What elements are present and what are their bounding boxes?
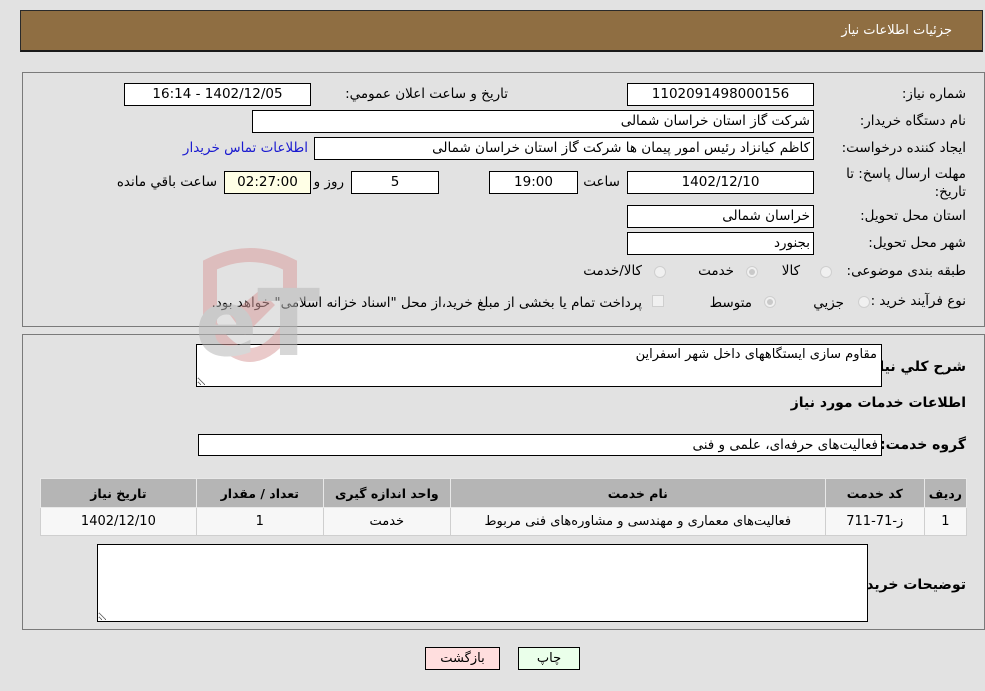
print-button[interactable]: چاپ (518, 647, 580, 670)
need-number-field: 1102091498000156 (627, 83, 814, 106)
buyer-contact-link[interactable]: اطلاعات تماس خریدار (183, 140, 308, 156)
category-label: طبقه بندی موضوعی: (846, 263, 966, 279)
days-remaining-field: 5 (351, 171, 439, 194)
col-quantity: تعداد / مقدار (195, 478, 324, 508)
cell-quantity: 1 (195, 507, 324, 536)
purchase-radio-minor[interactable] (858, 296, 870, 308)
delivery-city-field: بجنورد (627, 232, 814, 255)
col-unit: واحد اندازه گیری (322, 478, 451, 508)
category-option-service: خدمت (698, 263, 734, 279)
page-header: جزئیات اطلاعات نیاز (20, 10, 983, 52)
purchase-radio-medium[interactable] (764, 296, 776, 308)
days-label: روز و (313, 174, 344, 190)
time-remaining-field: 02:27:00 (224, 171, 311, 194)
services-table: ردیف کد خدمت نام خدمت واحد اندازه گیری ت… (40, 478, 968, 536)
buyer-org-field: شرکت گاز استان خراسان شمالی (252, 110, 814, 133)
purchase-option-minor: جزیي (813, 295, 844, 311)
need-info-panel: شماره نیاز: 1102091498000156 تاریخ و ساع… (22, 72, 985, 327)
announce-datetime-field: 1402/12/05 - 16:14 (124, 83, 311, 106)
deadline-label-line2: تاریخ: (934, 184, 966, 200)
delivery-province-field: خراسان شمالی (627, 205, 814, 228)
deadline-time-field: 19:00 (489, 171, 578, 194)
category-option-goods: کالا (781, 263, 800, 279)
need-number-label: شماره نیاز: (901, 86, 966, 102)
delivery-city-label: شهر محل تحویل: (868, 235, 966, 251)
description-textarea[interactable] (196, 344, 882, 387)
col-need-date: تاریخ نیاز (40, 478, 197, 508)
cell-need-date: 1402/12/10 (40, 507, 197, 536)
service-group-label: گروه خدمت: (880, 437, 966, 453)
back-button[interactable]: بازگشت (425, 647, 500, 670)
table-header-row: ردیف کد خدمت نام خدمت واحد اندازه گیری ت… (40, 478, 968, 508)
page-title: جزئیات اطلاعات نیاز (841, 23, 952, 38)
purchase-type-label: نوع فرآیند خرید : (870, 293, 966, 309)
cell-row: 1 (923, 507, 968, 536)
category-radio-service[interactable] (746, 266, 758, 278)
treasury-note: پرداخت تمام یا بخشی از مبلغ خرید،از محل … (211, 295, 642, 311)
col-row: ردیف (923, 478, 968, 508)
cell-service-name: فعالیت‌های معماری و مهندسی و مشاوره‌های … (449, 507, 826, 536)
service-details-panel: شرح کلي نیاز: اطلاعات خدمات مورد نیاز گر… (22, 334, 985, 630)
cell-service-code: ز-71-711 (824, 507, 925, 536)
category-option-goods-service: کالا/خدمت (583, 263, 642, 279)
col-service-code: کد خدمت (824, 478, 925, 508)
table-row: 1 ز-71-711 فعالیت‌های معماری و مهندسی و … (40, 507, 968, 536)
category-radio-goods[interactable] (820, 266, 832, 278)
buyer-notes-textarea[interactable] (97, 544, 868, 622)
deadline-date-field: 1402/12/10 (627, 171, 814, 194)
cell-unit: خدمت (322, 507, 451, 536)
requester-label: ایجاد کننده درخواست: (841, 140, 966, 156)
deadline-label-line1: مهلت ارسال پاسخ: تا (846, 166, 966, 182)
purchase-option-medium: متوسط (709, 295, 752, 311)
announce-datetime-label: تاریخ و ساعت اعلان عمومي: (345, 86, 508, 102)
buyer-org-label: نام دستگاه خریدار: (859, 113, 966, 129)
deadline-time-label: ساعت (583, 174, 620, 190)
service-group-field: فعالیت‌های حرفه‌ای، علمی و فنی (198, 434, 882, 456)
requester-field: کاظم کیانزاد رئیس امور پیمان ها شرکت گاز… (314, 137, 814, 160)
treasury-checkbox[interactable] (652, 295, 664, 307)
services-heading: اطلاعات خدمات مورد نیاز (790, 395, 966, 411)
col-service-name: نام خدمت (449, 478, 826, 508)
time-remaining-label: ساعت باقي مانده (116, 174, 217, 190)
category-radio-goods-service[interactable] (654, 266, 666, 278)
delivery-province-label: استان محل تحویل: (860, 208, 966, 224)
